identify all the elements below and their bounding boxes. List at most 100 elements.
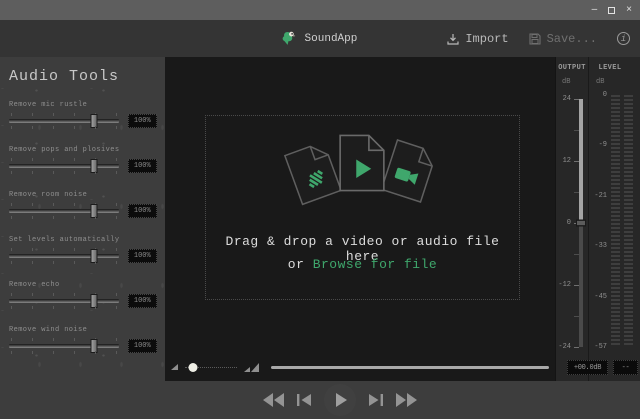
tool-value: 100%: [128, 159, 157, 173]
file-icons-group: [283, 134, 443, 226]
output-fader-fill: [579, 99, 583, 223]
output-scale-mark: -12: [556, 281, 588, 289]
close-icon[interactable]: ×: [626, 5, 632, 15]
level-led-left: [611, 95, 620, 347]
previous-button[interactable]: [297, 393, 312, 407]
next-button[interactable]: [368, 393, 383, 407]
file-dropzone[interactable]: Drag & drop a video or audio file here o…: [205, 115, 520, 300]
tool-slider[interactable]: [9, 158, 119, 174]
tool-label: Remove wind noise: [9, 326, 157, 334]
app-brand: SoundApp: [280, 20, 358, 57]
volume-high-icon: [244, 363, 259, 372]
level-led-right: [624, 95, 633, 347]
browse-for-file-link[interactable]: Browse for file: [313, 257, 438, 272]
output-scale-minor-tick: [556, 188, 588, 196]
volume-knob[interactable]: [189, 363, 198, 372]
volume-low-icon: [171, 364, 178, 370]
play-button[interactable]: [324, 384, 356, 416]
slider-handle[interactable]: [91, 114, 98, 128]
level-scale-mark: 0: [589, 91, 607, 99]
slider-handle[interactable]: [91, 204, 98, 218]
tool-value: 100%: [128, 204, 157, 218]
tool-slider[interactable]: [9, 248, 119, 264]
import-button[interactable]: Import: [447, 32, 508, 46]
level-scale: 0-9-21-33-45-57: [589, 95, 607, 347]
tool-remove-room-noise: Remove room noise 100%: [9, 191, 157, 236]
tool-value: 100%: [128, 114, 157, 128]
meter-panel: OUTPUT LEVEL dB dB 24120-12-24 0-9-21-33…: [555, 57, 640, 381]
output-scale-minor-tick: [556, 250, 588, 258]
slider-handle[interactable]: [91, 294, 98, 308]
slider-track[interactable]: [9, 254, 119, 258]
tool-remove-pops-and-plosives: Remove pops and plosives 100%: [9, 146, 157, 191]
slider-track[interactable]: [9, 299, 119, 303]
level-unit-label: dB: [596, 78, 604, 86]
level-led-meter: [611, 95, 633, 347]
tool-slider[interactable]: [9, 113, 119, 129]
tool-remove-wind-noise: Remove wind noise100%: [9, 326, 157, 371]
level-readout: --: [613, 360, 638, 375]
level-scale-mark: -21: [589, 192, 607, 200]
video-file-icon: [379, 139, 438, 204]
tool-label: Remove mic rustle: [9, 101, 157, 109]
save-floppy-icon: [529, 33, 541, 45]
output-unit-label: dB: [562, 78, 570, 86]
fast-forward-button[interactable]: [395, 393, 417, 407]
slider-handle[interactable]: [91, 339, 98, 353]
tool-value: 100%: [128, 249, 157, 263]
tools-list: Remove mic rustle100%Remove pops and plo…: [9, 101, 157, 371]
slider-track[interactable]: [9, 119, 119, 123]
output-fader-handle[interactable]: [576, 220, 586, 227]
output-scale-mark: -24: [556, 343, 588, 351]
maximize-icon[interactable]: [608, 7, 615, 14]
level-scale-mark: -57: [589, 343, 607, 351]
volume-slider[interactable]: [185, 367, 237, 368]
rewind-button[interactable]: [263, 393, 285, 407]
audio-tools-sidebar: Audio Tools Remove mic rustle100%Remove …: [0, 57, 165, 381]
app-name: SoundApp: [305, 33, 358, 45]
level-scale-mark: -45: [589, 293, 607, 301]
minimize-icon[interactable]: –: [592, 5, 598, 15]
output-scale-minor-tick: [556, 126, 588, 134]
output-readout: +00.0dB: [567, 360, 608, 375]
info-icon[interactable]: i: [617, 32, 630, 45]
import-download-icon: [447, 33, 459, 45]
soundapp-window: – × SoundApp Import: [0, 0, 640, 419]
tool-remove-echo: Remove echo 100%: [9, 281, 157, 326]
level-meter-label: LEVEL: [589, 64, 631, 72]
slider-handle[interactable]: [91, 249, 98, 263]
parrot-logo-icon: [280, 30, 299, 48]
tool-label: Remove pops and plosives: [9, 146, 157, 154]
skip-forward-icon: [368, 393, 383, 407]
app-header: SoundApp Import Save... i: [0, 20, 640, 57]
tool-label: Set levels automatically: [9, 236, 157, 244]
output-scale-mark: 24: [556, 95, 588, 103]
sidebar-title: Audio Tools: [9, 68, 157, 85]
tool-remove-mic-rustle: Remove mic rustle 100%: [9, 101, 157, 146]
main-area: Drag & drop a video or audio file here o…: [165, 57, 555, 381]
play-icon: [336, 393, 347, 407]
level-scale-mark: -33: [589, 242, 607, 250]
skip-back-icon: [297, 393, 312, 407]
save-label: Save...: [547, 32, 597, 46]
output-scale-minor-tick: [556, 312, 588, 320]
dropzone-browse-line: or Browse for file: [206, 257, 519, 272]
tool-value: 100%: [128, 294, 157, 308]
slider-track[interactable]: [9, 209, 119, 213]
save-button[interactable]: Save...: [529, 32, 597, 46]
output-scale-mark: 12: [556, 157, 588, 165]
media-file-icon: [339, 134, 385, 192]
tool-label: Remove echo: [9, 281, 157, 289]
slider-track[interactable]: [9, 344, 119, 348]
tool-label: Remove room noise: [9, 191, 157, 199]
header-actions: Import Save... i: [447, 20, 630, 57]
slider-handle[interactable]: [91, 159, 98, 173]
seek-bar[interactable]: [271, 366, 549, 369]
title-bar: – ×: [0, 0, 640, 20]
tool-slider[interactable]: [9, 338, 119, 354]
rewind-icon: [263, 393, 285, 407]
tool-slider[interactable]: [9, 293, 119, 309]
tool-slider[interactable]: [9, 203, 119, 219]
slider-track[interactable]: [9, 164, 119, 168]
level-scale-mark: -9: [589, 141, 607, 149]
